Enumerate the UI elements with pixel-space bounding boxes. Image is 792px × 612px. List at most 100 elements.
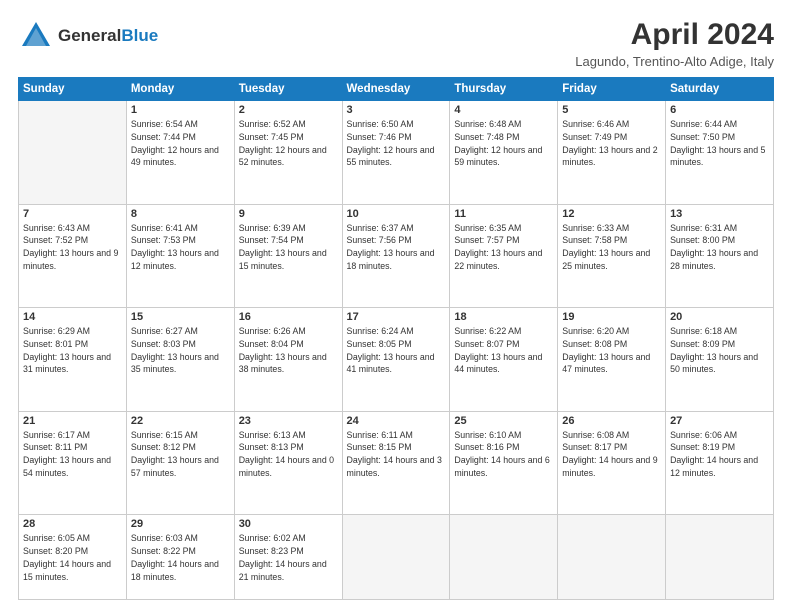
logo-general: General	[58, 26, 121, 45]
table-row: 9 Sunrise: 6:39 AMSunset: 7:54 PMDaylight…	[234, 204, 342, 308]
table-row: 5 Sunrise: 6:46 AMSunset: 7:49 PMDaylight…	[558, 101, 666, 205]
day-number: 5	[562, 104, 661, 116]
day-info: Sunrise: 6:48 AMSunset: 7:48 PMDaylight:…	[454, 118, 553, 169]
calendar-week-row: 28 Sunrise: 6:05 AMSunset: 8:20 PMDayligh…	[19, 515, 774, 600]
table-row: 1 Sunrise: 6:54 AMSunset: 7:44 PMDaylight…	[126, 101, 234, 205]
table-row: 21Sunrise: 6:17 AMSunset: 8:11 PMDayligh…	[19, 411, 127, 515]
day-info: Sunrise: 6:27 AMSunset: 8:03 PMDaylight:…	[131, 325, 230, 376]
day-number: 3	[347, 104, 446, 116]
logo-icon	[18, 18, 54, 54]
day-number: 24	[347, 415, 446, 427]
col-saturday: Saturday	[666, 78, 774, 101]
calendar-header-row: Sunday Monday Tuesday Wednesday Thursday…	[19, 78, 774, 101]
day-number: 7	[23, 208, 122, 220]
table-row	[342, 515, 450, 600]
location: Lagundo, Trentino-Alto Adige, Italy	[575, 54, 774, 69]
table-row: 7 Sunrise: 6:43 AMSunset: 7:52 PMDaylight…	[19, 204, 127, 308]
day-info: Sunrise: 6:06 AMSunset: 8:19 PMDaylight:…	[670, 429, 769, 480]
table-row	[450, 515, 558, 600]
table-row: 12 Sunrise: 6:33 AMSunset: 7:58 PMDayligh…	[558, 204, 666, 308]
table-row: 25 Sunrise: 6:10 AMSunset: 8:16 PMDayligh…	[450, 411, 558, 515]
col-thursday: Thursday	[450, 78, 558, 101]
day-number: 12	[562, 208, 661, 220]
day-number: 19	[562, 311, 661, 323]
table-row: 16 Sunrise: 6:26 AMSunset: 8:04 PMDayligh…	[234, 308, 342, 412]
table-row: 22Sunrise: 6:15 AMSunset: 8:12 PMDayligh…	[126, 411, 234, 515]
table-row: 20 Sunrise: 6:18 AMSunset: 8:09 PMDayligh…	[666, 308, 774, 412]
month-title: April 2024	[575, 18, 774, 52]
table-row	[666, 515, 774, 600]
day-info: Sunrise: 6:35 AMSunset: 7:57 PMDaylight:…	[454, 222, 553, 273]
col-friday: Friday	[558, 78, 666, 101]
calendar-week-row: 1 Sunrise: 6:54 AMSunset: 7:44 PMDaylight…	[19, 101, 774, 205]
day-number: 16	[239, 311, 338, 323]
day-number: 9	[239, 208, 338, 220]
table-row: 2 Sunrise: 6:52 AMSunset: 7:45 PMDaylight…	[234, 101, 342, 205]
day-info: Sunrise: 6:46 AMSunset: 7:49 PMDaylight:…	[562, 118, 661, 169]
day-number: 26	[562, 415, 661, 427]
day-number: 8	[131, 208, 230, 220]
table-row: 11 Sunrise: 6:35 AMSunset: 7:57 PMDayligh…	[450, 204, 558, 308]
table-row	[558, 515, 666, 600]
day-info: Sunrise: 6:33 AMSunset: 7:58 PMDaylight:…	[562, 222, 661, 273]
calendar-table: Sunday Monday Tuesday Wednesday Thursday…	[18, 77, 774, 600]
day-number: 10	[347, 208, 446, 220]
table-row: 8 Sunrise: 6:41 AMSunset: 7:53 PMDaylight…	[126, 204, 234, 308]
calendar-week-row: 14Sunrise: 6:29 AMSunset: 8:01 PMDayligh…	[19, 308, 774, 412]
day-info: Sunrise: 6:54 AMSunset: 7:44 PMDaylight:…	[131, 118, 230, 169]
day-number: 11	[454, 208, 553, 220]
day-info: Sunrise: 6:26 AMSunset: 8:04 PMDaylight:…	[239, 325, 338, 376]
table-row: 4 Sunrise: 6:48 AMSunset: 7:48 PMDaylight…	[450, 101, 558, 205]
day-info: Sunrise: 6:05 AMSunset: 8:20 PMDaylight:…	[23, 532, 122, 583]
day-info: Sunrise: 6:50 AMSunset: 7:46 PMDaylight:…	[347, 118, 446, 169]
day-info: Sunrise: 6:18 AMSunset: 8:09 PMDaylight:…	[670, 325, 769, 376]
day-info: Sunrise: 6:15 AMSunset: 8:12 PMDaylight:…	[131, 429, 230, 480]
day-info: Sunrise: 6:10 AMSunset: 8:16 PMDaylight:…	[454, 429, 553, 480]
day-info: Sunrise: 6:02 AMSunset: 8:23 PMDaylight:…	[239, 532, 338, 583]
table-row: 24Sunrise: 6:11 AMSunset: 8:15 PMDayligh…	[342, 411, 450, 515]
day-info: Sunrise: 6:43 AMSunset: 7:52 PMDaylight:…	[23, 222, 122, 273]
title-block: April 2024 Lagundo, Trentino-Alto Adige,…	[575, 18, 774, 69]
table-row: 27Sunrise: 6:06 AMSunset: 8:19 PMDayligh…	[666, 411, 774, 515]
day-number: 23	[239, 415, 338, 427]
day-number: 1	[131, 104, 230, 116]
day-info: Sunrise: 6:20 AMSunset: 8:08 PMDaylight:…	[562, 325, 661, 376]
col-sunday: Sunday	[19, 78, 127, 101]
day-number: 2	[239, 104, 338, 116]
table-row: 18 Sunrise: 6:22 AMSunset: 8:07 PMDayligh…	[450, 308, 558, 412]
logo-blue: Blue	[121, 26, 158, 45]
calendar-week-row: 21Sunrise: 6:17 AMSunset: 8:11 PMDayligh…	[19, 411, 774, 515]
day-info: Sunrise: 6:13 AMSunset: 8:13 PMDaylight:…	[239, 429, 338, 480]
day-info: Sunrise: 6:03 AMSunset: 8:22 PMDaylight:…	[131, 532, 230, 583]
header: GeneralBlue April 2024 Lagundo, Trentino…	[18, 18, 774, 69]
table-row: 28 Sunrise: 6:05 AMSunset: 8:20 PMDayligh…	[19, 515, 127, 600]
table-row: 29 Sunrise: 6:03 AMSunset: 8:22 PMDayligh…	[126, 515, 234, 600]
day-info: Sunrise: 6:24 AMSunset: 8:05 PMDaylight:…	[347, 325, 446, 376]
day-number: 25	[454, 415, 553, 427]
page: GeneralBlue April 2024 Lagundo, Trentino…	[0, 0, 792, 612]
table-row: 13Sunrise: 6:31 AMSunset: 8:00 PMDayligh…	[666, 204, 774, 308]
col-tuesday: Tuesday	[234, 78, 342, 101]
logo: GeneralBlue	[18, 18, 158, 54]
day-number: 6	[670, 104, 769, 116]
day-number: 4	[454, 104, 553, 116]
table-row: 3 Sunrise: 6:50 AMSunset: 7:46 PMDaylight…	[342, 101, 450, 205]
day-number: 18	[454, 311, 553, 323]
table-row: 14Sunrise: 6:29 AMSunset: 8:01 PMDayligh…	[19, 308, 127, 412]
day-info: Sunrise: 6:29 AMSunset: 8:01 PMDaylight:…	[23, 325, 122, 376]
day-info: Sunrise: 6:52 AMSunset: 7:45 PMDaylight:…	[239, 118, 338, 169]
day-info: Sunrise: 6:08 AMSunset: 8:17 PMDaylight:…	[562, 429, 661, 480]
day-number: 30	[239, 518, 338, 530]
table-row: 26 Sunrise: 6:08 AMSunset: 8:17 PMDayligh…	[558, 411, 666, 515]
calendar-week-row: 7 Sunrise: 6:43 AMSunset: 7:52 PMDaylight…	[19, 204, 774, 308]
day-number: 20	[670, 311, 769, 323]
day-info: Sunrise: 6:39 AMSunset: 7:54 PMDaylight:…	[239, 222, 338, 273]
day-number: 29	[131, 518, 230, 530]
day-info: Sunrise: 6:17 AMSunset: 8:11 PMDaylight:…	[23, 429, 122, 480]
day-info: Sunrise: 6:31 AMSunset: 8:00 PMDaylight:…	[670, 222, 769, 273]
table-row: 15Sunrise: 6:27 AMSunset: 8:03 PMDayligh…	[126, 308, 234, 412]
day-info: Sunrise: 6:22 AMSunset: 8:07 PMDaylight:…	[454, 325, 553, 376]
day-number: 28	[23, 518, 122, 530]
day-info: Sunrise: 6:41 AMSunset: 7:53 PMDaylight:…	[131, 222, 230, 273]
day-info: Sunrise: 6:44 AMSunset: 7:50 PMDaylight:…	[670, 118, 769, 169]
